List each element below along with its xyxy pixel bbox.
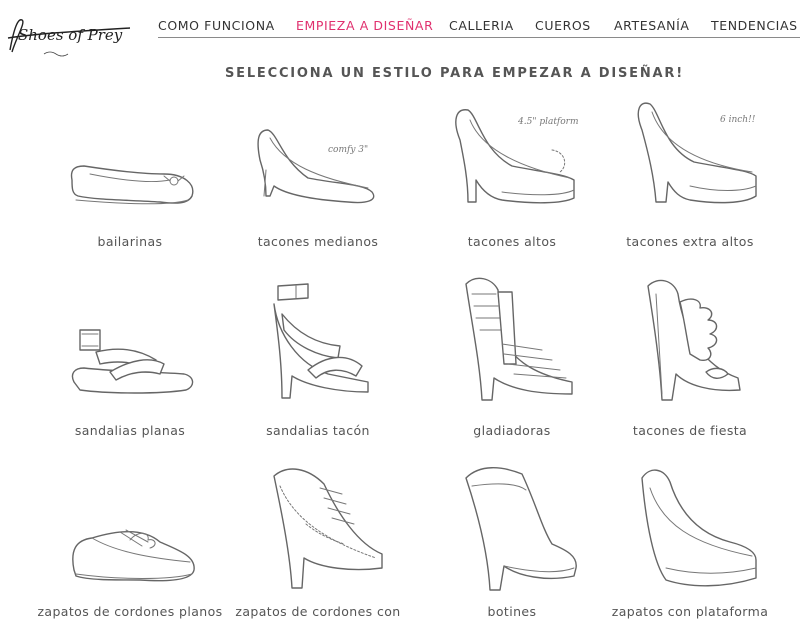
party-heel-icon <box>647 279 741 401</box>
style-card-zapatos-de-cordones-con[interactable]: zapatos de cordones con <box>218 464 418 629</box>
style-card-zapatos-con-plataforma[interactable]: zapatos con plataforma <box>590 464 790 629</box>
style-label: gladiadoras <box>473 423 551 438</box>
svg-text:6 inch!!: 6 inch!! <box>720 115 756 125</box>
extra-high-heel-icon: 6 inch!! <box>637 102 757 204</box>
style-label: zapatos de cordones con <box>235 604 401 619</box>
style-label: tacones extra altos <box>626 234 754 249</box>
high-heel-icon: 4.5" platform <box>455 109 579 204</box>
style-card-bailarinas[interactable]: bailarinas <box>30 100 230 270</box>
heeled-sandal-icon <box>273 283 369 399</box>
style-card-gladiadoras[interactable]: gladiadoras <box>412 274 612 444</box>
flat-sandal-icon <box>71 329 194 394</box>
style-label: tacones medianos <box>257 234 379 249</box>
style-label: zapatos con plataforma <box>611 604 769 619</box>
style-label: sandalias planas <box>74 423 186 438</box>
ballet-flat-icon <box>70 165 194 205</box>
style-card-botines[interactable]: botines <box>412 464 612 629</box>
style-card-tacones-de-fiesta[interactable]: tacones de fiesta <box>590 274 790 444</box>
mid-heel-icon: comfy 3" <box>257 129 375 204</box>
svg-text:4.5" platform: 4.5" platform <box>517 117 579 127</box>
style-card-tacones-extra-altos[interactable]: 6 inch!! tacones extra altos <box>590 100 790 270</box>
style-card-tacones-altos[interactable]: 4.5" platform tacones altos <box>412 100 612 270</box>
style-card-sandalias-planas[interactable]: sandalias planas <box>30 290 230 460</box>
style-card-sandalias-tacon[interactable]: sandalias tacón <box>218 274 418 444</box>
style-label: bailarinas <box>97 234 163 249</box>
flat-lace-up-icon <box>72 529 195 582</box>
style-card-tacones-medianos[interactable]: comfy 3" tacones medianos <box>218 100 418 270</box>
gladiator-icon <box>465 277 573 401</box>
style-label: tacones de fiesta <box>632 423 748 438</box>
bootie-icon <box>465 467 577 591</box>
heeled-lace-up-icon <box>273 468 383 589</box>
platform-wedge-icon <box>641 469 757 587</box>
style-label: botines <box>487 604 537 619</box>
style-label: sandalias tacón <box>266 423 370 438</box>
style-label: tacones altos <box>467 234 557 249</box>
svg-text:comfy 3": comfy 3" <box>328 145 368 155</box>
style-grid: bailarinas comfy 3" tacones medianos 4.5… <box>0 0 800 629</box>
style-label: zapatos de cordones planos <box>37 604 223 619</box>
style-card-zapatos-de-cordones-planos[interactable]: zapatos de cordones planos <box>30 480 230 629</box>
